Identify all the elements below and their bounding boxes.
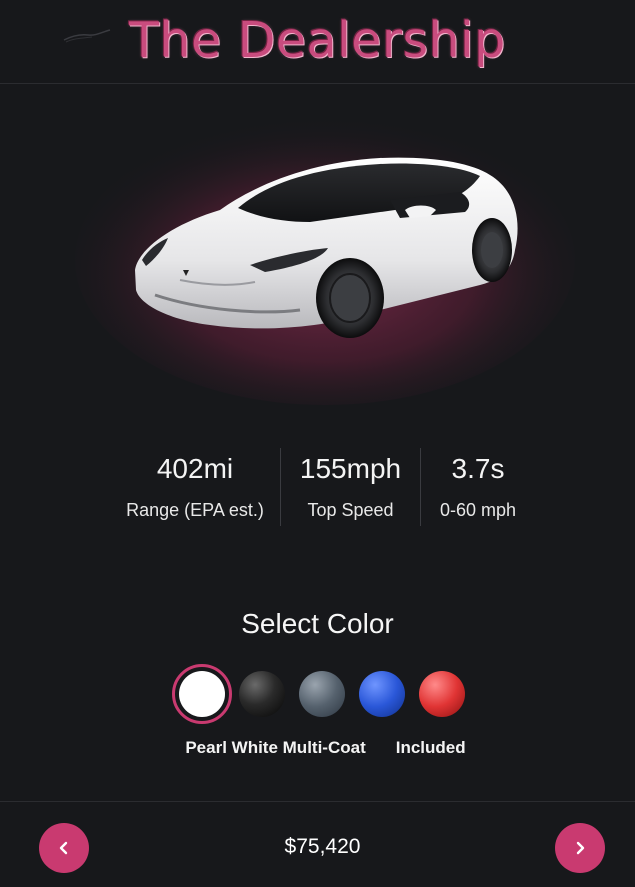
color-swatch-red[interactable] — [412, 664, 472, 724]
decorative-scribble — [63, 29, 111, 43]
spec-value: 3.7s — [451, 453, 505, 484]
footer: $75,420 — [0, 801, 635, 887]
selected-color-price: Included — [395, 738, 466, 757]
spec-value: 155mph — [299, 453, 402, 484]
chevron-right-icon — [576, 841, 585, 855]
car-image — [60, 110, 580, 410]
swatch-circle — [419, 671, 465, 717]
selected-color-info: Pearl White Multi-Coat Included — [0, 738, 635, 758]
spec-value: 402mi — [156, 453, 234, 484]
swatch-circle — [179, 671, 225, 717]
spec-label: Top Speed — [307, 500, 394, 520]
swatch-circle — [299, 671, 345, 717]
swatch-circle — [239, 671, 285, 717]
swatch-circle — [359, 671, 405, 717]
total-price: $75,420 — [284, 835, 361, 858]
spec-acceleration: 3.7s 0-60 mph — [420, 448, 535, 526]
selected-color-name: Pearl White Multi-Coat — [185, 738, 366, 757]
color-swatch-list — [172, 664, 472, 724]
next-button[interactable] — [555, 823, 605, 873]
page-title: The Dealership — [129, 12, 506, 69]
color-swatch-silver[interactable] — [292, 664, 352, 724]
app-root: The Dealership 402mi Range (EPA est.) 15… — [0, 0, 635, 887]
color-swatch-pearl-white[interactable] — [172, 664, 232, 724]
spec-top-speed: 155mph Top Speed — [280, 448, 420, 526]
spec-range: 402mi Range (EPA est.) — [110, 448, 280, 526]
color-swatch-blue[interactable] — [352, 664, 412, 724]
spec-label: Range (EPA est.) — [126, 500, 264, 520]
color-swatch-black[interactable] — [232, 664, 292, 724]
spec-label: 0-60 mph — [439, 500, 517, 520]
spec-list: 402mi Range (EPA est.) 155mph Top Speed … — [110, 448, 535, 526]
header: The Dealership — [0, 0, 635, 84]
select-color-heading: Select Color — [241, 608, 394, 639]
